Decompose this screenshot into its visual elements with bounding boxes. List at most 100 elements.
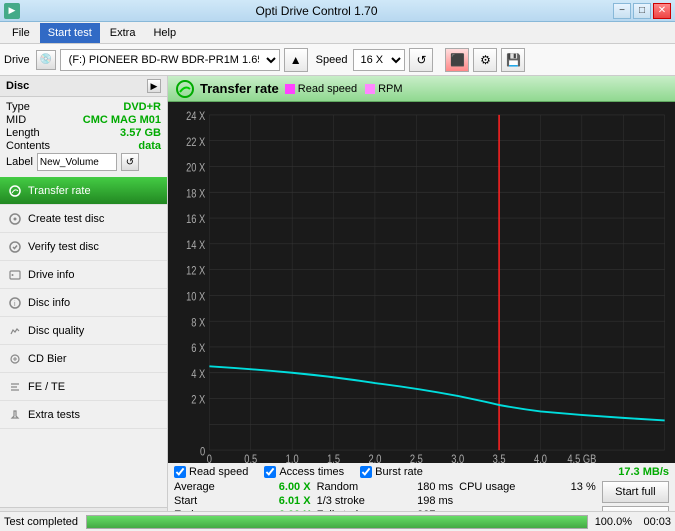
close-button[interactable]: ✕ [653, 3, 671, 19]
disc-quality-icon [8, 324, 22, 338]
read-speed-checkbox[interactable] [174, 466, 186, 478]
chart-legend: Read speed RPM [285, 83, 403, 95]
nav-item-transfer-rate[interactable]: Transfer rate [0, 177, 167, 205]
svg-text:16 X: 16 X [186, 213, 205, 226]
left-panel: Disc ▶ Type DVD+R MID CMC MAG M01 Length… [0, 76, 168, 531]
stat-start: Start 6.01 X [174, 495, 311, 507]
menubar: File Start test Extra Help [0, 22, 675, 44]
nav-item-create-test-disc[interactable]: Create test disc [0, 205, 167, 233]
disc-header: Disc ▶ [0, 76, 167, 97]
menu-start-test[interactable]: Start test [40, 23, 100, 43]
svg-text:20 X: 20 X [186, 162, 205, 175]
main-layout: Disc ▶ Type DVD+R MID CMC MAG M01 Length… [0, 76, 675, 531]
disc-header-title: Disc [6, 80, 29, 92]
eject-button[interactable]: ▲ [284, 48, 308, 72]
status-percent: 100.0% [592, 516, 632, 528]
burst-rate-checkbox-label: Burst rate [375, 466, 423, 478]
stat-one-third-stroke-val: 198 ms [403, 495, 453, 507]
disc-label-row: Label ↺ [6, 153, 161, 171]
chart-header-icon [176, 80, 194, 98]
minimize-button[interactable]: − [613, 3, 631, 19]
svg-text:2.5: 2.5 [410, 453, 423, 463]
menu-help[interactable]: Help [145, 23, 184, 43]
svg-text:0.5: 0.5 [244, 453, 257, 463]
app-icon: ▶ [4, 3, 20, 19]
chart-svg: 24 X 22 X 20 X 18 X 16 X 14 X 12 X 10 X … [168, 102, 675, 463]
legend-read-speed-color [285, 84, 295, 94]
nav-verify-test-disc-label: Verify test disc [28, 241, 99, 253]
toolbar: Drive 💿 (F:) PIONEER BD-RW BDR-PR1M 1.65… [0, 44, 675, 76]
checkbox-burst-rate: Burst rate [360, 466, 423, 478]
svg-text:1.0: 1.0 [286, 453, 299, 463]
maximize-button[interactable]: □ [633, 3, 651, 19]
stat-start-val: 6.01 X [261, 495, 311, 507]
disc-type-val: DVD+R [123, 101, 161, 113]
svg-text:24 X: 24 X [186, 110, 205, 123]
stat-cpu-usage-label: CPU usage [459, 481, 515, 493]
disc-length-val: 3.57 GB [120, 127, 161, 139]
nav-create-test-disc-label: Create test disc [28, 213, 104, 225]
svg-text:4.0: 4.0 [534, 453, 547, 463]
svg-text:18 X: 18 X [186, 187, 205, 200]
svg-text:0: 0 [200, 445, 205, 458]
create-test-disc-icon [8, 212, 22, 226]
stat-average-val: 6.00 X [261, 481, 311, 493]
window-controls: − □ ✕ [613, 3, 671, 19]
nav-fe-te-label: FE / TE [28, 381, 65, 393]
svg-text:i: i [14, 301, 16, 308]
save-button[interactable]: 💾 [501, 48, 525, 72]
titlebar: ▶ Opti Drive Control 1.70 − □ ✕ [0, 0, 675, 22]
nav-item-cd-bier[interactable]: CD Bier [0, 345, 167, 373]
nav-item-disc-info[interactable]: i Disc info [0, 289, 167, 317]
legend-read-speed: Read speed [285, 83, 357, 95]
read-speed-checkbox-label: Read speed [189, 466, 248, 478]
disc-info-icon: i [8, 296, 22, 310]
drive-info-icon [8, 268, 22, 282]
disc-label-label: Label [6, 156, 33, 168]
refresh-button[interactable]: ↺ [409, 48, 433, 72]
settings-button[interactable]: ⚙ [473, 48, 497, 72]
stat-cpu-usage-val: 13 % [546, 481, 596, 493]
speed-label: Speed [316, 54, 348, 66]
disc-label-input[interactable] [37, 153, 117, 171]
nav-item-disc-quality[interactable]: Disc quality [0, 317, 167, 345]
nav-disc-info-label: Disc info [28, 297, 70, 309]
svg-text:10 X: 10 X [186, 291, 205, 304]
burst-rate-checkbox[interactable] [360, 466, 372, 478]
window-title: Opti Drive Control 1.70 [20, 4, 613, 18]
svg-text:14 X: 14 X [186, 239, 205, 252]
stat-cpu-usage: CPU usage 13 % [459, 481, 596, 493]
burst-rate-value: 17.3 MB/s [618, 466, 669, 478]
disc-length-label: Length [6, 127, 40, 139]
svg-text:6 X: 6 X [191, 342, 205, 355]
nav-item-drive-info[interactable]: Drive info [0, 261, 167, 289]
menu-file[interactable]: File [4, 23, 38, 43]
chart-title: Transfer rate [200, 81, 279, 96]
nav-item-verify-test-disc[interactable]: Verify test disc [0, 233, 167, 261]
stop-button[interactable]: ⬛ [445, 48, 469, 72]
svg-text:8 X: 8 X [191, 316, 205, 329]
right-panel: Transfer rate Read speed RPM [168, 76, 675, 531]
nav-item-fe-te[interactable]: FE / TE [0, 373, 167, 401]
verify-test-disc-icon [8, 240, 22, 254]
cd-bier-icon [8, 352, 22, 366]
menu-extra[interactable]: Extra [102, 23, 144, 43]
svg-text:4.5 GB: 4.5 GB [567, 453, 596, 463]
stat-average: Average 6.00 X [174, 481, 311, 493]
disc-label-refresh-button[interactable]: ↺ [121, 153, 139, 171]
stat-random: Random 180 ms [317, 481, 454, 493]
start-full-button[interactable]: Start full [602, 481, 669, 503]
disc-collapse-button[interactable]: ▶ [147, 79, 161, 93]
svg-text:3.5: 3.5 [493, 453, 506, 463]
access-times-checkbox[interactable] [264, 466, 276, 478]
nav-item-extra-tests[interactable]: Extra tests [0, 401, 167, 429]
disc-contents-val: data [138, 140, 161, 152]
disc-mid-row: MID CMC MAG M01 [6, 114, 161, 126]
stat-one-third-stroke: 1/3 stroke 198 ms [317, 495, 454, 507]
drive-select[interactable]: (F:) PIONEER BD-RW BDR-PR1M 1.65 [60, 49, 280, 71]
legend-rpm-label: RPM [378, 83, 402, 95]
svg-text:12 X: 12 X [186, 265, 205, 278]
speed-select[interactable]: 16 X [353, 49, 405, 71]
stat-start-label: Start [174, 495, 197, 507]
stat-average-label: Average [174, 481, 215, 493]
